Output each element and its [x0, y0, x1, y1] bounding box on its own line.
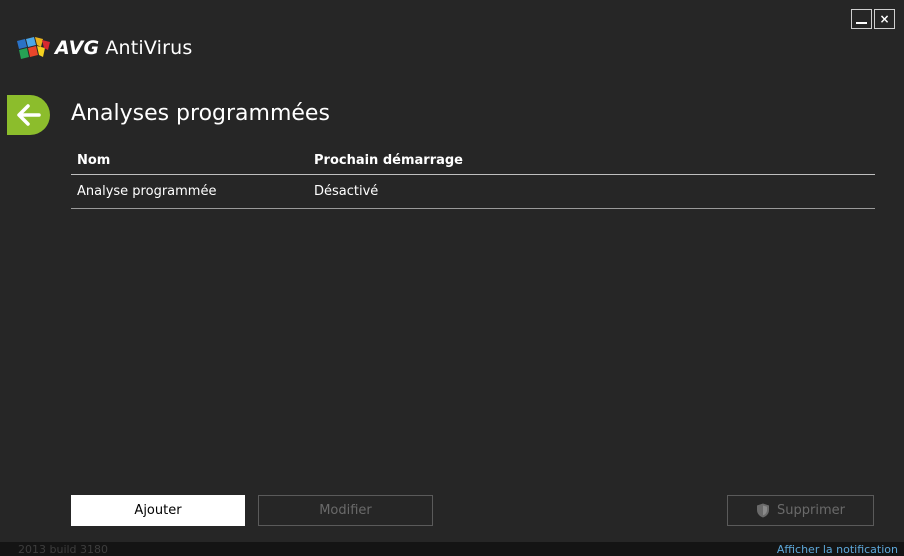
- brand-name: AVG: [55, 37, 100, 59]
- add-button[interactable]: Ajouter: [71, 495, 245, 526]
- column-header-name[interactable]: Nom: [71, 153, 309, 168]
- back-button[interactable]: [7, 95, 50, 135]
- shield-icon: [756, 503, 770, 518]
- table-header: Nom Prochain démarrage: [71, 146, 875, 175]
- window-controls: ×: [851, 9, 895, 29]
- show-notification-link[interactable]: Afficher la notification: [777, 543, 904, 556]
- page-title: Analyses programmées: [71, 101, 330, 126]
- minimize-button[interactable]: [851, 9, 872, 29]
- modify-button[interactable]: Modifier: [258, 495, 433, 526]
- column-header-next-start[interactable]: Prochain démarrage: [309, 153, 875, 168]
- close-icon: ×: [879, 12, 890, 26]
- delete-button-label: Supprimer: [777, 503, 845, 518]
- close-button[interactable]: ×: [874, 9, 895, 29]
- cell-next-start: Désactivé: [314, 184, 379, 199]
- cell-scan-name: Analyse programmée: [77, 184, 217, 199]
- scheduled-scans-table: Nom Prochain démarrage Analyse programmé…: [71, 146, 875, 209]
- delete-button[interactable]: Supprimer: [727, 495, 874, 526]
- build-info: 2013 build 3180: [18, 542, 109, 556]
- product-name: AntiVirus: [105, 37, 193, 59]
- avg-logo-icon: [17, 37, 51, 59]
- minimize-icon: [856, 22, 867, 24]
- back-arrow-icon: [16, 104, 41, 126]
- app-title: AVG AntiVirus: [55, 37, 193, 59]
- table-row[interactable]: Analyse programmée Désactivé: [71, 175, 875, 209]
- app-logo: AVG AntiVirus: [17, 37, 193, 59]
- status-bar: 2013 build 3180 Afficher la notification: [0, 542, 904, 556]
- avg-window: AVG AntiVirus × Analyses programmées Nom …: [0, 0, 904, 556]
